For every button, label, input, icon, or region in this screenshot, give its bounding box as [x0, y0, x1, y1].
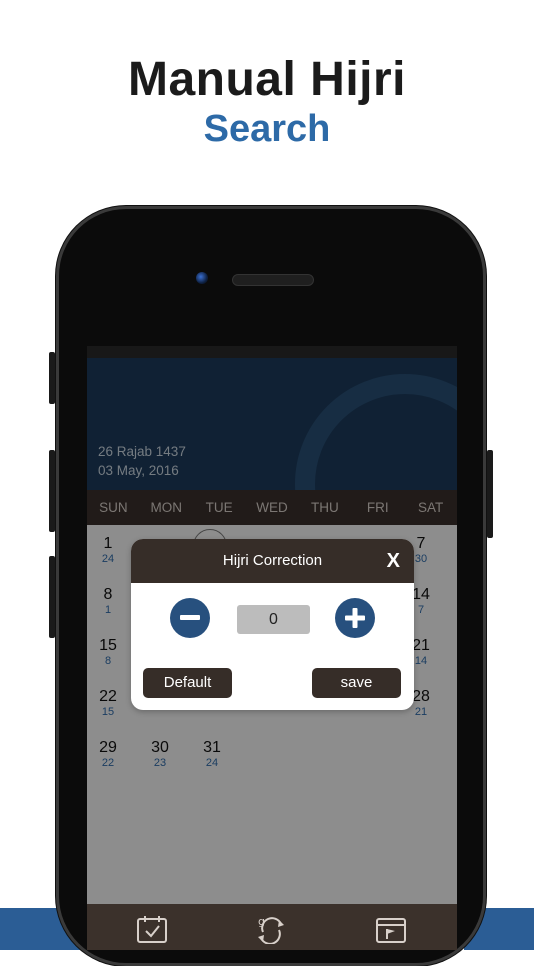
phone-volume-down — [49, 556, 55, 638]
hijri-correction-dialog: Hijri Correction X 0 Default save — [131, 539, 414, 710]
dialog-header: Hijri Correction X — [131, 539, 414, 583]
phone-speaker — [232, 274, 314, 286]
plus-icon — [345, 608, 365, 628]
promo-subtitle: Search — [203, 108, 331, 150]
promo-title: Manual Hijri — [127, 53, 407, 106]
calendar-check-icon[interactable] — [136, 914, 168, 944]
correction-value-field[interactable]: 0 — [237, 605, 310, 634]
bottom-tab-bar: g — [87, 904, 457, 950]
minus-icon — [180, 615, 200, 620]
date-convert-icon[interactable]: g — [255, 914, 287, 945]
save-button[interactable]: save — [312, 668, 401, 698]
phone-power-button — [487, 450, 493, 538]
default-button[interactable]: Default — [143, 668, 232, 698]
calendar-flag-icon[interactable] — [375, 914, 407, 944]
close-button[interactable]: X — [387, 539, 400, 583]
decrement-button[interactable] — [170, 598, 210, 638]
camera-icon — [196, 272, 208, 284]
phone-volume-up — [49, 450, 55, 532]
phone-mute-switch — [49, 352, 55, 404]
increment-button[interactable] — [335, 598, 375, 638]
dialog-title: Hijri Correction — [222, 552, 323, 569]
